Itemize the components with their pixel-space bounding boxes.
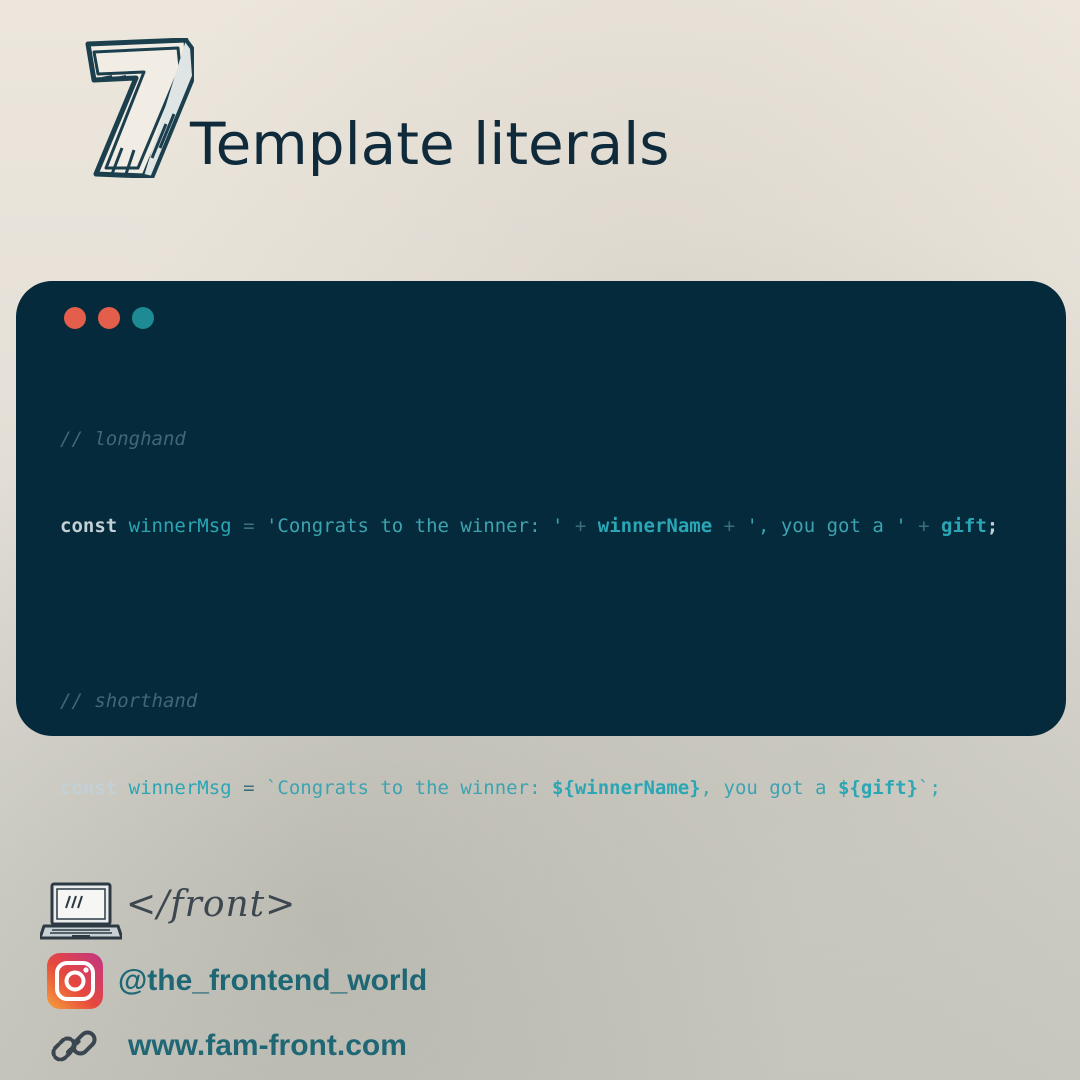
code-semicolon: ; xyxy=(986,515,999,537)
maximize-dot[interactable] xyxy=(132,307,154,329)
code-keyword: const xyxy=(60,777,118,799)
code-editor-window: // longhand const winnerMsg = 'Congrats … xyxy=(16,281,1066,799)
number-seven-graphic xyxy=(85,38,194,178)
code-operator: + xyxy=(918,515,930,537)
code-interpolation: ${gift} xyxy=(837,777,919,799)
header: Template literals xyxy=(82,38,702,178)
brand-logo: </front> xyxy=(40,880,296,942)
link-icon[interactable] xyxy=(46,1018,102,1074)
code-keyword: const xyxy=(60,515,118,537)
code-comment-shorthand: // shorthand xyxy=(60,690,198,712)
code-string: ', you got a ' xyxy=(746,515,907,537)
code-reference: gift xyxy=(941,515,987,537)
close-dot[interactable] xyxy=(64,307,86,329)
code-operator: = xyxy=(243,515,255,537)
code-template-string: `Congrats to the winner: xyxy=(265,777,552,799)
code-template-end: `; xyxy=(918,777,941,799)
instagram-icon[interactable] xyxy=(46,952,104,1010)
code-comment-longhand: // longhand xyxy=(60,428,186,450)
window-controls xyxy=(64,307,154,329)
code-variable: winnerMsg xyxy=(128,777,232,799)
instagram-handle[interactable]: @the_frontend_world xyxy=(118,964,427,998)
code-operator: + xyxy=(574,515,587,537)
code-string: 'Congrats to the winner: ' xyxy=(265,515,564,537)
minimize-dot[interactable] xyxy=(98,307,120,329)
code-reference: winnerName xyxy=(597,515,713,537)
code-operator: + xyxy=(723,515,736,537)
code-line-shorthand: const winnerMsg = `Congrats to the winne… xyxy=(60,774,1056,803)
code-template-string: , you got a xyxy=(700,777,838,799)
laptop-icon xyxy=(40,882,122,940)
code-variable: winnerMsg xyxy=(128,515,232,537)
instagram-row[interactable]: @the_frontend_world xyxy=(40,952,427,1010)
website-link[interactable]: www.fam-front.com xyxy=(128,1029,407,1063)
code-interpolation: ${winnerName} xyxy=(551,777,701,799)
brand-text: </front> xyxy=(126,883,297,925)
code-line-longhand: const winnerMsg = 'Congrats to the winne… xyxy=(60,512,1056,541)
website-row[interactable]: www.fam-front.com xyxy=(40,1018,407,1074)
page-title: Template literals xyxy=(190,110,670,178)
code-block: // longhand const winnerMsg = 'Congrats … xyxy=(60,367,1056,861)
code-operator: = xyxy=(243,777,255,799)
